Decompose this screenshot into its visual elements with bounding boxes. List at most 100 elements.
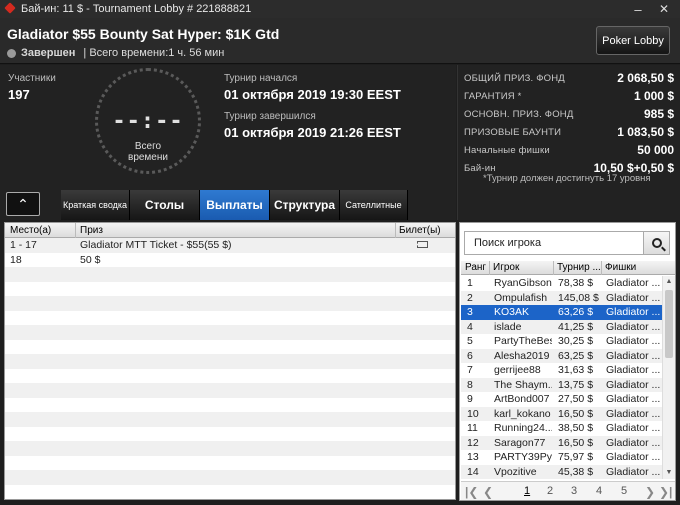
first-page-icon[interactable]: |❮ [465, 485, 478, 499]
rank-cell: 14 [467, 465, 479, 478]
page-2[interactable]: 2 [547, 485, 553, 497]
won-cell: 38,50 $ [558, 422, 594, 434]
prize-key: Начальные фишки [464, 145, 550, 156]
collapse-button[interactable]: ⌃ [6, 192, 40, 216]
page-1[interactable]: 1 [524, 485, 530, 497]
name-cell: PartyTheBes [494, 335, 552, 347]
header-player[interactable]: Игрок [493, 262, 519, 273]
page-3[interactable]: 3 [571, 485, 577, 497]
page-4[interactable]: 4 [596, 485, 602, 497]
won-cell: 30,25 $ [558, 335, 594, 347]
status-dot-icon [7, 48, 16, 58]
table-row: 1 - 17 Gladiator MTT Ticket - $55(55 $) [5, 238, 455, 253]
search-button[interactable] [643, 232, 669, 254]
chips-cell: Gladiator ... [606, 349, 661, 362]
page-5[interactable]: 5 [621, 485, 627, 497]
empty-row [5, 485, 455, 500]
empty-row [5, 398, 455, 413]
header-chips[interactable]: Фишки [605, 262, 636, 273]
last-page-icon[interactable]: ❯| [659, 485, 672, 499]
table-row[interactable]: 5 PartyTheBes 30,25 $ Gladiator ... [461, 334, 662, 349]
chips-cell: Gladiator ... [606, 335, 661, 347]
empty-row [5, 369, 455, 384]
tab-bar: Краткая сводка Столы Выплаты Структура С… [61, 190, 408, 220]
prize-row: ПРИЗОВЫЕ БАУНТИ 1 083,50 $ [464, 125, 674, 141]
table-row[interactable]: 9 ArtBond007 27,50 $ Gladiator ... [461, 392, 662, 407]
tab-summary[interactable]: Краткая сводка [61, 190, 130, 220]
rank-cell: 3 [467, 306, 473, 318]
chips-cell: Gladiator ... [606, 378, 661, 391]
pager: |❮ ❮ 1 2 3 4 5 ❯ ❯| [461, 481, 675, 500]
table-row[interactable]: 2 Ompulafish 145,08 $ Gladiator ... [461, 290, 662, 305]
place-cell: 1 - 17 [10, 239, 37, 251]
prev-page-icon[interactable]: ❮ [483, 485, 493, 499]
table-row[interactable]: 10 karl_kokano 16,50 $ Gladiator ... [461, 406, 662, 421]
scroll-down-icon[interactable]: ▼ [663, 467, 675, 479]
poker-lobby-button[interactable]: Poker Lobby [596, 26, 670, 55]
header-place: Место(а) [10, 225, 52, 236]
prize-row: ОБЩИЙ ПРИЗ. ФОНД 2 068,50 $ [464, 71, 674, 87]
header-rank[interactable]: Ранг [465, 262, 486, 273]
table-row[interactable]: 4 islade 41,25 $ Gladiator ... [461, 319, 662, 334]
pokerstars-logo-icon [4, 3, 16, 15]
participants-value: 197 [8, 87, 30, 102]
prize-row: ОСНОВН. ПРИЗ. ФОНД 985 $ [464, 107, 674, 123]
table-row[interactable]: 8 The Shaym... 13,75 $ Gladiator ... [461, 377, 662, 392]
player-search[interactable]: Поиск игрока [464, 231, 670, 255]
tab-structure[interactable]: Структура [270, 190, 340, 220]
tab-payouts[interactable]: Выплаты [200, 190, 270, 220]
started-label: Турнир начался [224, 73, 298, 84]
header-tournament-won[interactable]: Турнир ... [557, 262, 601, 273]
rank-cell: 4 [467, 320, 473, 333]
scroll-up-icon[interactable]: ▲ [663, 276, 675, 288]
won-cell: 27,50 $ [558, 393, 594, 405]
name-cell: Saragon77 [494, 436, 546, 449]
empty-row [5, 340, 455, 355]
search-input[interactable]: Поиск игрока [474, 237, 541, 249]
name-cell: Alesha2019 [494, 349, 550, 362]
search-icon [651, 238, 662, 248]
won-cell: 75,97 $ [558, 451, 594, 463]
table-row[interactable]: 13 PARTY39PyC 75,97 $ Gladiator ... [461, 450, 662, 465]
prize-value: 2 068,50 $ [617, 71, 674, 85]
name-cell: KO3AK [494, 306, 530, 318]
guarantee-note: *Турнир должен достигнуть 17 уровня [483, 173, 651, 184]
table-row[interactable]: 1 RyanGibson 78,38 $ Gladiator ... [461, 276, 662, 291]
rank-cell: 10 [467, 407, 479, 420]
tournament-header: Gladiator $55 Bounty Sat Hyper: $1K Gtd … [0, 18, 680, 64]
next-page-icon[interactable]: ❯ [645, 485, 655, 499]
scroll-thumb[interactable] [665, 290, 673, 358]
chips-cell: Gladiator ... [606, 320, 661, 333]
table-row[interactable]: 11 Running24... 38,50 $ Gladiator ... [461, 421, 662, 436]
player-list-scrollbar[interactable]: ▲ ▼ [662, 276, 675, 479]
players-panel: Поиск игрока Ранг Игрок Турнир ... Фишки… [459, 222, 676, 501]
tab-satellites[interactable]: Сателлитные [340, 190, 408, 220]
chips-cell: Gladiator ... [606, 436, 661, 449]
won-cell: 63,25 $ [558, 349, 594, 362]
name-cell: Ompulafish [494, 291, 548, 304]
payouts-header: Место(а) Приз Билет(ы) [5, 223, 455, 238]
payout-rows: 1 - 17 Gladiator MTT Ticket - $55(55 $) 18… [5, 238, 455, 499]
clock-digits: --:-- [112, 109, 184, 134]
table-row[interactable]: 6 Alesha2019 63,25 $ Gladiator ... [461, 348, 662, 363]
window-title: Бай-ин: 11 $ - Tournament Lobby # 221888… [21, 3, 252, 15]
empty-row [5, 354, 455, 369]
name-cell: islade [494, 320, 522, 333]
empty-row [5, 470, 455, 485]
rank-cell: 5 [467, 335, 473, 347]
table-row[interactable]: 3 KO3AK 63,26 $ Gladiator ... [461, 305, 662, 320]
chips-cell: Gladiator ... [606, 393, 661, 405]
table-row[interactable]: 12 Saragon77 16,50 $ Gladiator ... [461, 435, 662, 450]
table-row[interactable]: 14 Vpozitive 45,38 $ Gladiator ... [461, 464, 662, 479]
ticket-icon [417, 241, 428, 248]
close-button[interactable]: ✕ [652, 0, 676, 18]
won-cell: 16,50 $ [558, 436, 594, 449]
chips-cell: Gladiator ... [606, 306, 661, 318]
clock-widget: --:-- Всего времени [95, 68, 201, 174]
players-header: Ранг Игрок Турнир ... Фишки [461, 261, 675, 275]
tab-tables[interactable]: Столы [130, 190, 200, 220]
status-row: Завершен | Всего времени:1 ч. 56 мин [7, 47, 224, 59]
table-row[interactable]: 7 gerrijee88 31,63 $ Gladiator ... [461, 363, 662, 378]
player-list: 1 RyanGibson 78,38 $ Gladiator ... 2 Ompulafi… [461, 276, 662, 479]
minimize-button[interactable]: – [626, 0, 650, 18]
